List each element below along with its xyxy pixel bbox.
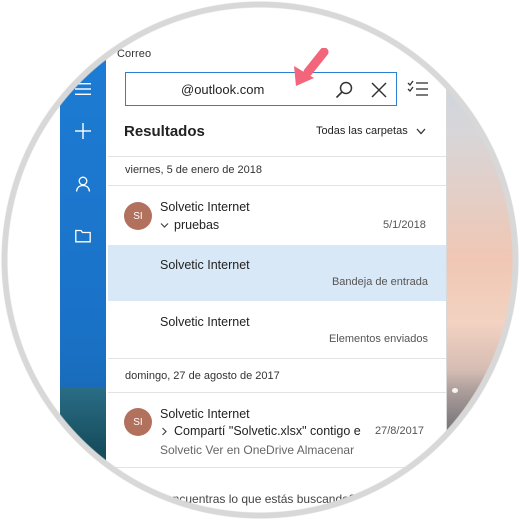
- avatar: SI: [124, 408, 152, 436]
- close-icon[interactable]: [370, 81, 388, 99]
- sender-name: Solvetic Internet: [160, 200, 250, 214]
- select-mode-icon[interactable]: [407, 80, 429, 98]
- person-icon: [75, 176, 91, 192]
- conversation-item[interactable]: SI Solvetic Internet Compartí "Solvetic.…: [108, 393, 446, 467]
- desktop-speck: [470, 402, 476, 407]
- hamburger-menu-icon: [75, 83, 91, 95]
- hamburger-menu-button[interactable]: [60, 74, 106, 104]
- desktop-background: [440, 0, 520, 520]
- date-group-header: domingo, 27 de agosto de 2017: [125, 370, 280, 382]
- message-date: 5/1/2018: [383, 219, 426, 231]
- sender-name: Solvetic Internet: [160, 315, 250, 329]
- folder-label: Elementos enviados: [328, 333, 428, 345]
- message-preview: Solvetic Ver en OneDrive Almacenar: [160, 443, 355, 457]
- desktop-rocks: [440, 370, 520, 520]
- search-icon[interactable]: [334, 80, 354, 100]
- folder-filter-label: Todas las carpetas: [316, 125, 408, 137]
- subject-row: pruebas: [160, 218, 219, 232]
- search-box[interactable]: @outlook.com: [125, 72, 397, 106]
- group-divider: [108, 467, 446, 468]
- contacts-button[interactable]: [60, 169, 106, 199]
- conversation-item[interactable]: SI Solvetic Internet pruebas 5/1/2018: [108, 186, 446, 244]
- conversation-child-item[interactable]: Solvetic Internet Elementos enviados: [108, 302, 446, 358]
- subject-row: Compartí "Solvetic.xlsx" contigo e: [160, 424, 361, 438]
- results-heading: Resultados: [124, 123, 205, 140]
- date-group-header: viernes, 5 de enero de 2018: [125, 164, 262, 176]
- app-title: Correo: [117, 48, 152, 60]
- message-date: 27/8/2017: [375, 425, 424, 437]
- folder-filter-dropdown[interactable]: Todas las carpetas: [316, 125, 426, 137]
- annotation-arrow-icon: [294, 48, 329, 86]
- avatar: SI: [124, 202, 152, 230]
- desktop-speck: [488, 396, 494, 401]
- chevron-down-icon: [416, 128, 426, 134]
- subject: Compartí "Solvetic.xlsx" contigo e: [174, 424, 361, 438]
- sender-name: Solvetic Internet: [160, 258, 250, 272]
- folders-button[interactable]: [60, 221, 106, 251]
- search-input[interactable]: @outlook.com: [181, 82, 264, 97]
- subject: pruebas: [174, 218, 220, 232]
- navigation-rail-wallpaper: [60, 388, 106, 520]
- sender-name: Solvetic Internet: [160, 407, 250, 421]
- search-tip-text: ¿No encuentras lo que estás buscando? Pr…: [140, 492, 408, 506]
- folder-label: Bandeja de entrada: [331, 276, 428, 288]
- conversation-child-item[interactable]: Solvetic Internet Bandeja de entrada: [108, 245, 446, 301]
- group-divider: [108, 358, 446, 359]
- screenshot-stage: Correo @outlook.com Resultados Todas las…: [0, 0, 520, 520]
- new-mail-button[interactable]: [60, 116, 106, 146]
- folder-icon: [75, 229, 91, 243]
- chevron-right-icon[interactable]: [160, 427, 169, 436]
- desktop-speck: [452, 388, 458, 393]
- chevron-down-icon[interactable]: [160, 221, 169, 230]
- plus-icon: [75, 123, 91, 139]
